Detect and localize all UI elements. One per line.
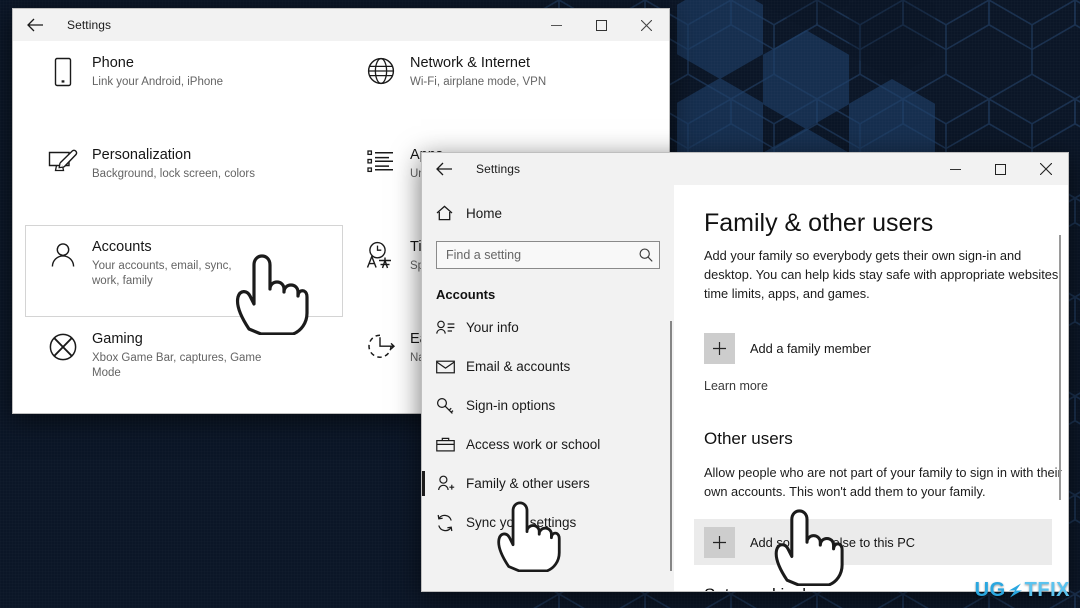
window1-title: Settings [67,18,112,32]
add-someone-else-label: Add someone else to this PC [750,534,916,550]
accounts-sidebar: Home Accounts [422,185,674,591]
back-arrow-icon[interactable] [422,153,466,185]
sidebar-item-family-other-users[interactable]: Family & other users [422,464,674,503]
minimize-icon[interactable] [534,9,579,41]
settings-tile-gaming[interactable]: Gaming Xbox Game Bar, captures, Game Mod… [25,317,343,409]
personalization-icon [40,146,86,175]
tile-text: Accounts Your accounts, email, sync, wor… [86,238,242,289]
sidebar-item-label: Family & other users [466,476,590,491]
accounts-content-pane: Family & other users Add your family so … [674,185,1068,591]
window1-titlebar[interactable]: Settings [13,9,669,41]
tile-subtitle: Wi-Fi, airplane mode, VPN [410,76,547,88]
person-add-icon [436,475,466,492]
settings-tile-network[interactable]: Network & Internet Wi-Fi, airplane mode,… [343,41,661,133]
other-users-title: Other users [704,429,793,448]
key-icon [436,397,466,415]
plus-icon [704,332,735,364]
lightning-icon [1007,581,1024,600]
watermark-text-1: UG [974,579,1006,601]
your-info-icon [436,320,466,335]
sync-icon [436,514,466,532]
sidebar-search-wrapper [422,231,674,273]
add-someone-else-button[interactable]: Add someone else to this PC [694,519,1052,565]
add-family-member-button[interactable]: Add a family member [694,325,1052,371]
maximize-icon[interactable] [579,9,624,41]
search-box[interactable] [436,241,660,269]
settings-window-accounts[interactable]: Settings Home Find a setting Accounts Yo… [421,152,1069,592]
sidebar-item-home[interactable]: Home [422,195,674,231]
sidebar-item-label: Email & accounts [466,359,571,374]
back-arrow-icon[interactable] [13,9,57,41]
tile-subtitle: Xbox Game Bar, captures, Game Mode [92,352,262,379]
sidebar-item-label: Sign-in options [466,398,556,413]
sidebar-scrollbar[interactable] [670,321,672,571]
briefcase-icon [436,437,466,452]
family-description: Add your family so everybody gets their … [704,248,1062,301]
sidebar-item-label: Sync your settings [466,515,577,530]
tile-text: Phone Link your Android, iPhone [86,54,223,90]
learn-more-link[interactable]: Learn more [704,379,1068,393]
account-icon [40,238,86,269]
tile-title: Gaming [92,331,143,347]
maximize-icon[interactable] [978,153,1023,185]
minimize-icon[interactable] [933,153,978,185]
add-family-member-label: Add a family member [750,340,871,356]
tile-text: Personalization Background, lock screen,… [86,146,255,182]
content-scrollbar[interactable] [1059,235,1061,500]
window2-title: Settings [476,162,521,176]
sidebar-group-label: Accounts [436,287,496,302]
gaming-icon [40,330,86,361]
home-icon [436,205,466,221]
sidebar-item-access-work-school[interactable]: Access work or school [422,425,674,464]
plus-icon [704,526,735,558]
sidebar-item-your-info[interactable]: Your info [422,308,674,347]
window2-controls[interactable] [933,153,1068,185]
window1-controls[interactable] [534,9,669,41]
settings-tile-phone[interactable]: Phone Link your Android, iPhone [25,41,343,133]
ease-of-access-icon [358,330,404,361]
sidebar-home-label: Home [466,205,503,221]
settings-tile-personalization[interactable]: Personalization Background, lock screen,… [25,133,343,225]
sidebar-item-label: Access work or school [466,437,601,452]
tile-text: Network & Internet Wi-Fi, airplane mode,… [404,54,546,90]
tile-text: Gaming Xbox Game Bar, captures, Game Mod… [86,330,267,381]
ugetfix-watermark: UG TFIX [975,579,1070,602]
sidebar-item-label: Your info [466,320,519,335]
tile-title: Phone [92,55,134,71]
watermark-text-2: TFIX [1024,579,1070,601]
tile-subtitle: Your accounts, email, sync, work, family [92,260,232,287]
page-title: Family & other users [704,209,934,237]
close-icon[interactable] [1023,153,1068,185]
tile-subtitle: Link your Android, iPhone [92,76,224,88]
sidebar-item-email-accounts[interactable]: Email & accounts [422,347,674,386]
window2-body: Home Accounts [422,185,1068,591]
search-icon[interactable] [639,248,653,262]
search-input[interactable] [446,248,639,262]
settings-tile-accounts[interactable]: Accounts Your accounts, email, sync, wor… [25,225,343,317]
phone-icon [40,54,86,87]
other-users-description: Allow people who are not part of your fa… [704,465,1062,499]
time-language-icon [358,238,404,271]
window2-titlebar[interactable]: Settings [422,153,1068,185]
desktop-background: Settings Phone Link your Android, iPhone… [0,0,1080,608]
settings-tile-search[interactable]: Search [25,409,343,413]
sidebar-item-sign-in-options[interactable]: Sign-in options [422,386,674,425]
tile-title: Network & Internet [410,55,531,71]
close-icon[interactable] [624,9,669,41]
tile-subtitle: Background, lock screen, colors [92,168,255,180]
apps-icon [358,146,404,175]
globe-icon [358,54,404,85]
sidebar-item-sync-settings[interactable]: Sync your settings [422,503,674,542]
tile-title: Accounts [92,239,152,255]
envelope-icon [436,360,466,374]
tile-title: Personalization [92,147,192,163]
